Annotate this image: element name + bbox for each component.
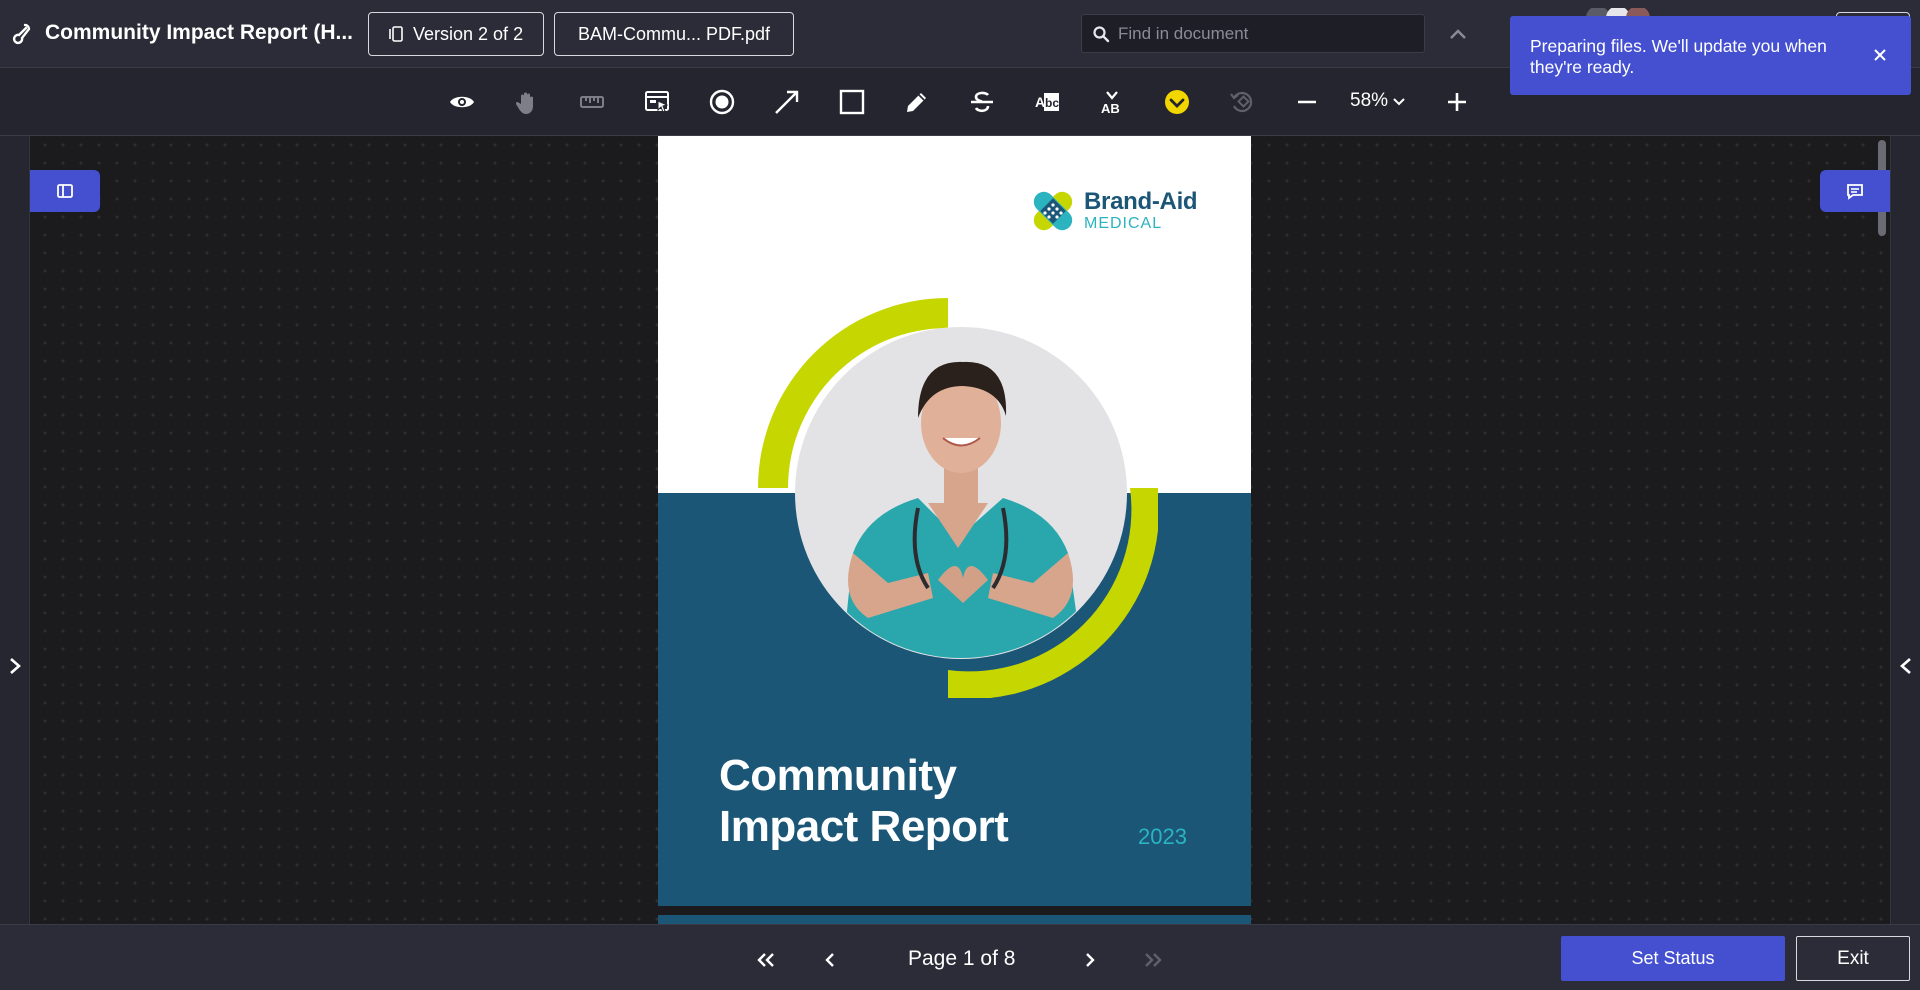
previous-page-button[interactable] xyxy=(815,945,845,975)
zoom-in-button[interactable] xyxy=(1439,84,1475,120)
document-title: Community Impact Report (H... xyxy=(45,21,354,44)
brand-subtitle: MEDICAL xyxy=(1084,215,1163,232)
pencil-icon xyxy=(907,93,926,112)
next-page-button[interactable] xyxy=(1075,945,1105,975)
arrow-tool[interactable] xyxy=(769,84,805,120)
pan-tool[interactable] xyxy=(509,84,545,120)
minus-icon xyxy=(1298,100,1316,104)
zoom-out-button[interactable] xyxy=(1289,84,1325,120)
set-status-button[interactable]: Set Status xyxy=(1561,936,1785,981)
checkmark-stamp-icon xyxy=(1165,90,1189,114)
chevron-left-icon[interactable] xyxy=(1899,656,1913,676)
first-page-button[interactable] xyxy=(751,945,781,975)
file-name-button[interactable]: BAM-Commu... PDF.pdf xyxy=(554,12,794,56)
document-page[interactable]: Brand-Aid MEDICAL Community Impact Repor… xyxy=(658,136,1251,906)
rectangle-tool[interactable] xyxy=(834,84,870,120)
measure-tool[interactable] xyxy=(574,84,610,120)
rotate-tool[interactable] xyxy=(1224,84,1260,120)
stamp-tool[interactable] xyxy=(1159,84,1195,120)
double-chevron-right-icon xyxy=(1145,953,1162,967)
exit-button[interactable]: Exit xyxy=(1796,936,1910,981)
versions-icon xyxy=(389,26,403,42)
last-page-button[interactable] xyxy=(1138,945,1168,975)
eye-icon xyxy=(450,96,474,108)
sidebar-icon xyxy=(57,184,73,198)
strikethrough-icon xyxy=(971,91,993,113)
page-indicator: Page 1 of 8 xyxy=(908,947,1016,970)
svg-text:bc: bc xyxy=(1045,96,1059,110)
rotate-icon xyxy=(1230,91,1253,113)
right-panel-rail[interactable] xyxy=(1890,136,1920,924)
cover-title-line2: Impact Report xyxy=(719,802,1009,851)
version-button[interactable]: Version 2 of 2 xyxy=(368,12,544,56)
brand-name: Brand-Aid xyxy=(1084,188,1198,215)
record-icon xyxy=(709,89,735,115)
cover-photo xyxy=(758,298,1158,698)
chevron-down-icon xyxy=(1393,98,1405,106)
cover-title-line1: Community xyxy=(719,751,957,800)
version-label: Version 2 of 2 xyxy=(413,23,524,44)
close-icon[interactable] xyxy=(1871,46,1889,64)
strikethrough-tool[interactable] xyxy=(964,84,1000,120)
hand-icon xyxy=(515,92,533,114)
search-icon xyxy=(1093,25,1110,42)
bottom-bar: Page 1 of 8 Set Status Exit xyxy=(0,924,1920,990)
brand-logo: Brand-Aid MEDICAL xyxy=(1028,186,1198,236)
plus-icon xyxy=(1448,93,1466,111)
record-tool[interactable] xyxy=(704,84,740,120)
text-insert-icon: AB xyxy=(1101,91,1120,116)
zoom-dropdown[interactable]: 58% xyxy=(1350,90,1406,112)
cover-title: Community Impact Report xyxy=(719,750,1009,852)
cover-year: 2023 xyxy=(1138,824,1187,849)
chevron-right-icon xyxy=(1086,953,1095,967)
svg-text:A: A xyxy=(1035,94,1045,110)
ruler-icon xyxy=(580,96,604,108)
draw-tool[interactable] xyxy=(899,84,935,120)
search-box xyxy=(1081,14,1425,53)
next-page-edge xyxy=(658,915,1251,924)
toggle-comments-button[interactable] xyxy=(1820,170,1890,212)
chevron-right-icon[interactable] xyxy=(8,656,22,676)
toggle-thumbnails-button[interactable] xyxy=(30,170,100,212)
bandage-logo-icon xyxy=(1033,191,1073,231)
comment-icon xyxy=(1847,184,1863,200)
svg-text:AB: AB xyxy=(1101,101,1120,116)
app-logo-icon[interactable] xyxy=(10,22,34,46)
replace-text-tool[interactable]: A bc xyxy=(1029,84,1065,120)
text-replace-icon: A bc xyxy=(1035,93,1059,111)
file-name-label: BAM-Commu... PDF.pdf xyxy=(577,23,771,44)
view-tool[interactable] xyxy=(444,84,480,120)
area-select-tool[interactable] xyxy=(639,84,675,120)
select-area-icon xyxy=(645,91,669,113)
chevron-left-icon xyxy=(825,953,834,967)
insert-text-tool[interactable]: AB xyxy=(1094,84,1130,120)
toast-message: Preparing files. We'll update you when t… xyxy=(1530,36,1827,77)
arrow-icon xyxy=(775,90,799,114)
notification-toast: Preparing files. We'll update you when t… xyxy=(1510,16,1911,95)
rectangle-icon xyxy=(839,89,865,115)
search-previous-icon[interactable] xyxy=(1448,26,1468,42)
search-input[interactable] xyxy=(1118,23,1408,44)
left-panel-rail[interactable] xyxy=(0,136,30,924)
zoom-level: 58% xyxy=(1350,90,1389,111)
double-chevron-left-icon xyxy=(757,953,774,967)
